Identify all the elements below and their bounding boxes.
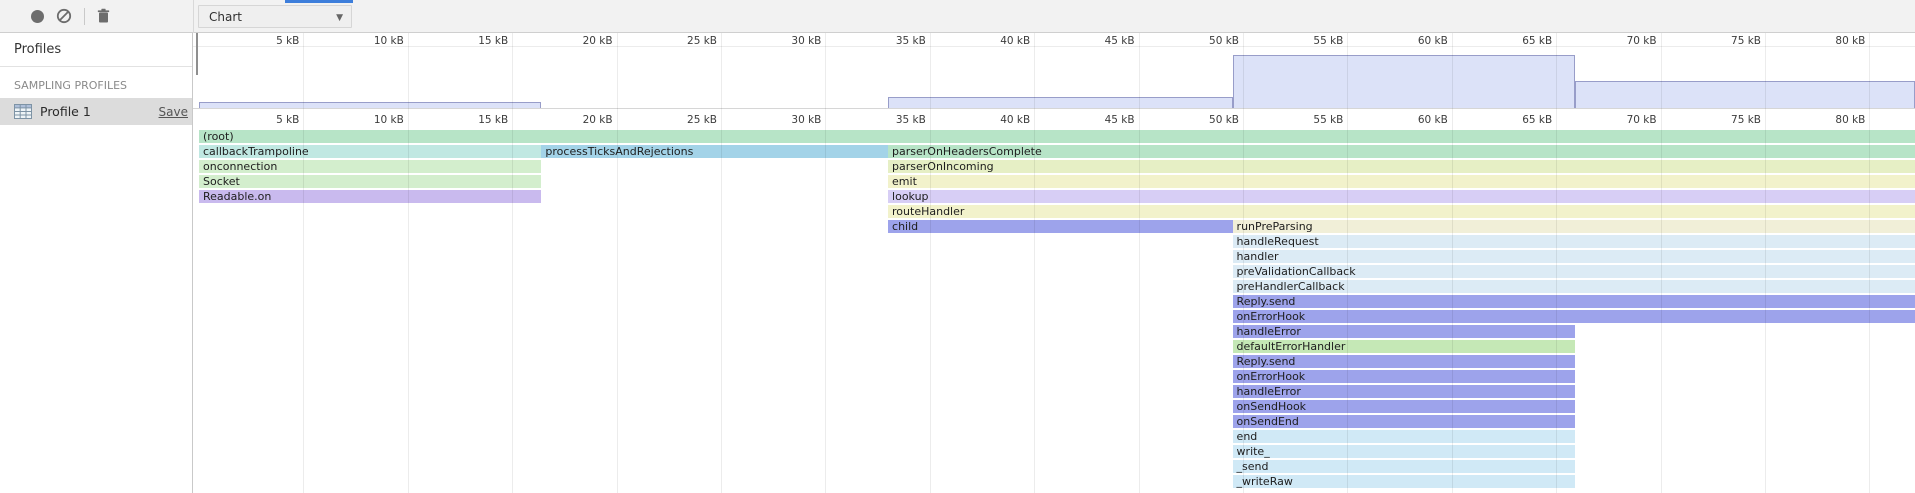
axis-tick-label: 65 kB [1480, 114, 1552, 126]
delete-profile-button[interactable] [89, 0, 117, 32]
axis-tick-label: 60 kB [1376, 35, 1448, 47]
flame-frame[interactable]: _writeRaw [1233, 475, 1575, 488]
flame-frame[interactable]: (root) [199, 130, 1915, 143]
flame-frame[interactable]: emit [888, 175, 1915, 188]
record-icon [31, 10, 44, 23]
axis-tick-label: 65 kB [1480, 35, 1552, 47]
view-mode-select[interactable]: Chart ▼ [198, 5, 352, 28]
axis-tick-label: 10 kB [332, 35, 404, 47]
axis-tick-label: 45 kB [1063, 114, 1135, 126]
flame-frame[interactable]: onErrorHook [1233, 370, 1575, 383]
axis-tick-label: 20 kB [541, 114, 613, 126]
overview-memory-step[interactable] [1233, 55, 1575, 108]
axis-tick-label: 25 kB [645, 35, 717, 47]
axis-tick-label: 55 kB [1271, 35, 1343, 47]
flame-frame[interactable]: Reply.send [1233, 355, 1575, 368]
toolbar-panel-divider [193, 0, 194, 33]
axis-tick-label: 40 kB [958, 114, 1030, 126]
axis-tick-label: 5 kB [227, 114, 299, 126]
flame-frame[interactable]: Readable.on [199, 190, 541, 203]
flame-frame[interactable]: runPreParsing [1233, 220, 1915, 233]
axis-tick-label: 15 kB [436, 114, 508, 126]
axis-tick-label: 5 kB [227, 35, 299, 47]
flame-frame[interactable]: onconnection [199, 160, 541, 173]
axis-tick-label: 25 kB [645, 114, 717, 126]
save-profile-link[interactable]: Save [159, 105, 188, 119]
axis-tick-label: 70 kB [1585, 35, 1657, 47]
flame-frame[interactable]: handler [1233, 250, 1915, 263]
flame-frame[interactable]: write_ [1233, 445, 1575, 458]
overview-memory-step[interactable] [888, 97, 1233, 108]
flame-frame[interactable]: handleError [1233, 385, 1575, 398]
axis-tick-label: 75 kB [1689, 114, 1761, 126]
overview-memory-step[interactable] [199, 102, 541, 108]
flame-frame[interactable]: preValidationCallback [1233, 265, 1915, 278]
axis-tick-label: 15 kB [436, 35, 508, 47]
axis-tick-label: 20 kB [541, 35, 613, 47]
flame-frame[interactable]: parserOnIncoming [888, 160, 1915, 173]
axis-tick-label: 30 kB [749, 35, 821, 47]
profiler-toolbar: Chart ▼ [0, 0, 1915, 33]
clear-profiles-button[interactable] [50, 0, 78, 32]
axis-tick-label: 80 kB [1793, 114, 1865, 126]
flame-chart: (root) callbackTrampolineprocessTicksAndR… [193, 130, 1915, 493]
flame-frame[interactable]: preHandlerCallback [1233, 280, 1915, 293]
sidebar-title: Profiles [0, 33, 192, 67]
axis-tick-label: 70 kB [1585, 114, 1657, 126]
block-icon [56, 8, 72, 24]
axis-tick-label: 50 kB [1167, 35, 1239, 47]
flame-frame[interactable]: routeHandler [888, 205, 1915, 218]
axis-tick-label: 45 kB [1063, 35, 1135, 47]
axis-tick-label: 30 kB [749, 114, 821, 126]
axis-tick-label: 35 kB [854, 35, 926, 47]
flame-frame[interactable]: handleError [1233, 325, 1575, 338]
flame-frame[interactable]: callbackTrampoline [199, 145, 541, 158]
axis-tick-label: 35 kB [854, 114, 926, 126]
flame-frame[interactable]: Reply.send [1233, 295, 1915, 308]
flame-frame[interactable]: parserOnHeadersComplete [888, 145, 1915, 158]
record-button[interactable] [23, 0, 51, 32]
trash-icon [96, 8, 111, 24]
profile-grid-icon [14, 104, 32, 119]
flame-frame[interactable]: lookup [888, 190, 1915, 203]
flame-frame[interactable]: defaultErrorHandler [1233, 340, 1575, 353]
flame-frame[interactable]: onErrorHook [1233, 310, 1915, 323]
view-mode-value: Chart [209, 10, 242, 24]
flame-frame[interactable]: child [888, 220, 1233, 233]
profiles-sidebar: Profiles SAMPLING PROFILES Profile 1 Sav… [0, 33, 193, 493]
axis-tick-label: 55 kB [1271, 114, 1343, 126]
axis-tick-label: 80 kB [1793, 35, 1865, 47]
flame-frame[interactable]: _send [1233, 460, 1575, 473]
flame-frame[interactable]: end [1233, 430, 1575, 443]
flame-frame[interactable]: handleRequest [1233, 235, 1915, 248]
active-tab-indicator [285, 0, 353, 3]
profile-name: Profile 1 [40, 104, 91, 119]
axis-tick-label: 50 kB [1167, 114, 1239, 126]
axis-tick-label: 60 kB [1376, 114, 1448, 126]
overview-drag-handle[interactable] [196, 33, 198, 75]
devtools-memory-profiler-window: Chart ▼ Profiles SAMPLING PROFILES Profi… [0, 0, 1915, 493]
sampling-profiles-section-label: SAMPLING PROFILES [0, 67, 192, 98]
axis-tick-label: 10 kB [332, 114, 404, 126]
flame-frame[interactable]: Socket [199, 175, 541, 188]
axis-tick-label: 40 kB [958, 35, 1030, 47]
flame-frame[interactable]: onSendHook [1233, 400, 1575, 413]
chevron-down-icon: ▼ [336, 13, 343, 23]
sidebar-item-profile-1[interactable]: Profile 1 Save [0, 98, 192, 125]
toolbar-separator [84, 8, 85, 25]
flame-frame[interactable]: onSendEnd [1233, 415, 1575, 428]
overview-memory-step[interactable] [1575, 81, 1915, 108]
allocation-chart-pane: 5 kB 10 kB 15 kB 20 kB 25 kB 30 kB 35 kB 40 kB 4… [193, 33, 1915, 493]
axis-tick-label: 75 kB [1689, 35, 1761, 47]
flame-frame[interactable]: processTicksAndRejections [541, 145, 888, 158]
